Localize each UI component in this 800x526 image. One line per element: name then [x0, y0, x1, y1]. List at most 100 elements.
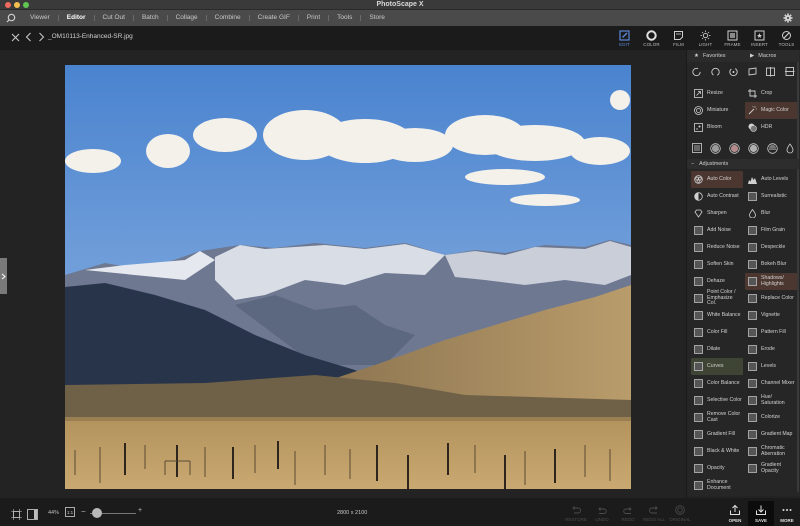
- tab-tools[interactable]: TOOLS: [773, 26, 800, 50]
- tab-light[interactable]: LIGHT: [692, 26, 719, 50]
- macros-tab[interactable]: ▶ Macros: [743, 50, 799, 62]
- tool-replace-color[interactable]: Replace Color: [745, 290, 797, 307]
- redo-button[interactable]: REDO: [615, 501, 641, 526]
- tool-color-fill[interactable]: Color Fill: [691, 324, 743, 341]
- rotate-left-icon[interactable]: [691, 66, 702, 77]
- previous-image-icon[interactable]: [22, 31, 34, 43]
- tool-shadows-highlights[interactable]: Shadows/ Highlights: [745, 273, 797, 290]
- tool-film-grain[interactable]: Film Grain: [745, 222, 797, 239]
- tool-auto-contrast[interactable]: Auto Contrast: [691, 188, 743, 205]
- circle-pink-icon[interactable]: [729, 142, 740, 154]
- menu-combine[interactable]: Combine: [207, 10, 249, 26]
- tool-color-balance[interactable]: Color Balance: [691, 375, 743, 392]
- actual-size-button[interactable]: 1:1: [65, 507, 75, 517]
- tool-gradient-opacity[interactable]: Gradient Opacity: [745, 460, 797, 477]
- tool-bokeh-blur[interactable]: Bokeh Blur: [745, 256, 797, 273]
- tool-dehaze[interactable]: Dehaze: [691, 273, 743, 290]
- tool-gradient-map[interactable]: Gradient Map: [745, 426, 797, 443]
- menu-create-gif[interactable]: Create GIF: [250, 10, 298, 26]
- circle-gray-icon[interactable]: [710, 142, 721, 154]
- menu-tools[interactable]: Tools: [329, 10, 360, 26]
- open-button[interactable]: OPEN: [722, 501, 748, 526]
- tool-dilate[interactable]: Dilate: [691, 341, 743, 358]
- tool-point-color-emphasize-col[interactable]: Point Color / Emphasize Col.: [691, 289, 743, 307]
- tool-black-white[interactable]: Black & White: [691, 443, 743, 460]
- tool-hdr[interactable]: HDR: [745, 119, 797, 136]
- tool-surrealistic[interactable]: Surrealistic: [745, 188, 797, 205]
- tool-pattern-fill[interactable]: Pattern Fill: [745, 324, 797, 341]
- original-button[interactable]: ORIGINAL: [667, 501, 693, 526]
- favorites-tab[interactable]: ★ Favorites: [687, 50, 743, 62]
- tool-opacity[interactable]: Opacity: [691, 460, 743, 477]
- flip-horizontal-icon[interactable]: [765, 66, 776, 77]
- toggle-panel-icon[interactable]: [27, 507, 38, 525]
- tab-insert[interactable]: INSERT: [746, 26, 773, 50]
- tool-auto-color[interactable]: Auto Color: [691, 171, 743, 188]
- adjustments-section-header[interactable]: − Adjustments: [687, 159, 799, 169]
- flip-vertical-icon[interactable]: [784, 66, 795, 77]
- tool-channel-mixer[interactable]: Channel Mixer: [745, 375, 797, 392]
- tool-blur[interactable]: Blur: [745, 205, 797, 222]
- tool-label: Color Balance: [707, 379, 740, 386]
- redo-all-button[interactable]: REDO ALL: [641, 501, 667, 526]
- tool-gradient-fill[interactable]: Gradient Fill: [691, 426, 743, 443]
- tab-film[interactable]: FILM: [665, 26, 692, 50]
- circle-light-icon[interactable]: [748, 142, 759, 154]
- tool-white-balance[interactable]: White Balance: [691, 307, 743, 324]
- close-icon[interactable]: [9, 31, 21, 43]
- tool-magic-color[interactable]: Magic Color: [745, 102, 797, 119]
- tool-crop[interactable]: Crop: [745, 85, 797, 102]
- tool-curves[interactable]: Curves: [691, 358, 743, 375]
- tab-edit[interactable]: EDIT: [611, 26, 638, 50]
- next-image-icon[interactable]: [35, 31, 47, 43]
- tool-sharpen[interactable]: Sharpen: [691, 205, 743, 222]
- undo-button[interactable]: UNDO: [589, 501, 615, 526]
- tool-levels[interactable]: Levels: [745, 358, 797, 375]
- tool-soften-skin[interactable]: Soften Skin: [691, 256, 743, 273]
- menu-batch[interactable]: Batch: [134, 10, 167, 26]
- tool-reduce-noise[interactable]: Reduce Noise: [691, 239, 743, 256]
- tool-auto-levels[interactable]: Auto Levels: [745, 171, 797, 188]
- rotate-free-icon[interactable]: [728, 66, 739, 77]
- tool-label: Reduce Noise: [707, 243, 740, 250]
- menu-viewer[interactable]: Viewer: [22, 10, 58, 26]
- drop-icon[interactable]: [786, 142, 794, 154]
- tool-vignette[interactable]: Vignette: [745, 307, 797, 324]
- rotate-right-icon[interactable]: [710, 66, 721, 77]
- restore-button[interactable]: RESTORE: [563, 501, 589, 526]
- tool-bloom[interactable]: Bloom: [691, 119, 743, 136]
- straighten-icon[interactable]: [747, 66, 758, 77]
- settings-gear-icon[interactable]: [781, 11, 795, 25]
- tool-despeckle[interactable]: Despeckle: [745, 239, 797, 256]
- more-button[interactable]: MORE: [774, 501, 800, 526]
- tool-enhance-document[interactable]: Enhance Document: [691, 477, 743, 494]
- tool-hue-saturation[interactable]: Hue/ Saturation: [745, 392, 797, 409]
- tool-add-noise[interactable]: Add Noise: [691, 222, 743, 239]
- expand-sidebar-button[interactable]: [0, 258, 7, 294]
- menu-collage[interactable]: Collage: [168, 10, 206, 26]
- tab-frame[interactable]: FRAME: [719, 26, 746, 50]
- tool-chromatic-aberration[interactable]: Chromatic Aberration: [745, 443, 797, 460]
- zoom-out-button[interactable]: −: [81, 507, 86, 516]
- tool-erode[interactable]: Erode: [745, 341, 797, 358]
- list-icon[interactable]: [692, 143, 702, 153]
- save-button[interactable]: SAVE: [748, 501, 774, 526]
- menu-store[interactable]: Store: [361, 10, 393, 26]
- tool-remove-color-cast[interactable]: Remove Color Cast: [691, 409, 743, 426]
- fit-to-screen-icon[interactable]: [11, 507, 22, 525]
- tool-resize[interactable]: Resize: [691, 85, 743, 102]
- tool-miniature[interactable]: Miniature: [691, 102, 743, 119]
- zoom-in-button[interactable]: +: [138, 507, 142, 514]
- tool-label: Enhance Document: [707, 478, 731, 491]
- circle-half-icon[interactable]: [767, 142, 778, 154]
- panel-scrollbar[interactable]: [797, 52, 799, 492]
- tool-colorize[interactable]: Colorize: [745, 409, 797, 426]
- tool-selective-color[interactable]: Selective Color: [691, 392, 743, 409]
- edited-photo[interactable]: [65, 65, 631, 489]
- tab-color[interactable]: COLOR: [638, 26, 665, 50]
- menu-editor[interactable]: Editor: [59, 10, 94, 26]
- zoom-slider-thumb[interactable]: [91, 508, 102, 518]
- menu-cut-out[interactable]: Cut Out: [95, 10, 133, 26]
- app-logo-icon[interactable]: [0, 10, 22, 26]
- menu-print[interactable]: Print: [299, 10, 328, 26]
